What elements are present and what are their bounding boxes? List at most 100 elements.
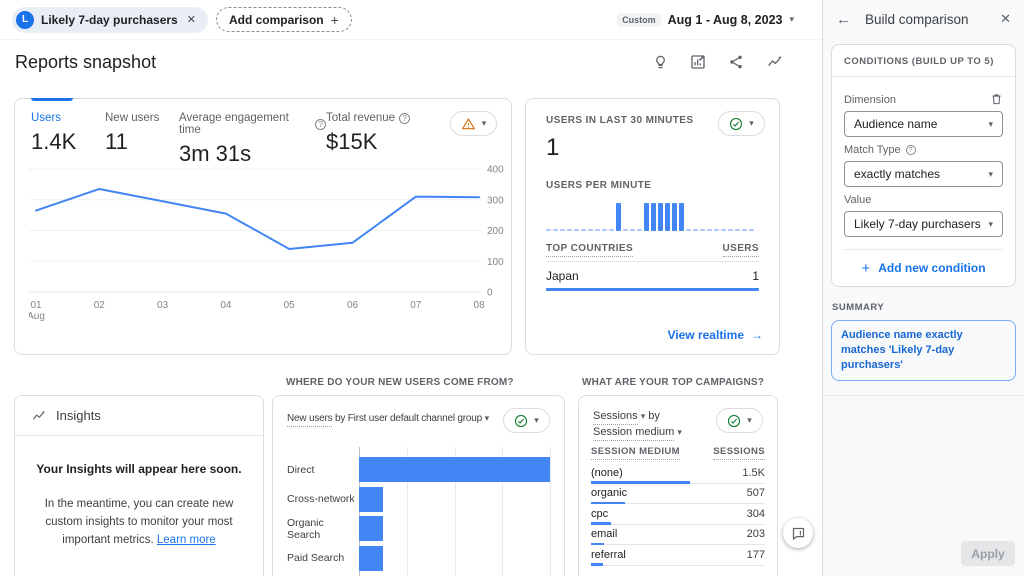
insights-headline: Your Insights will appear here soon. [29,462,249,476]
value-select[interactable]: Likely 7-day purchasers ▾ [844,211,1003,237]
insights-sparkline-icon[interactable] [766,54,784,70]
channel-label: Cross-network [287,493,359,505]
svg-text:06: 06 [347,300,359,311]
campaign-bar [591,563,603,566]
minute-zero-dash [735,229,740,231]
svg-text:100: 100 [487,257,504,268]
minute-zero-dash [609,229,614,231]
share-icon[interactable] [728,54,744,70]
close-icon[interactable]: ✕ [1000,11,1011,27]
view-realtime-link[interactable]: View realtime → [668,328,764,342]
data-quality-ok-button[interactable]: ▾ [503,408,550,433]
feedback-button[interactable] [783,518,813,548]
conditions-header: CONDITIONS (BUILD UP TO 5) [832,45,1015,77]
minute-bar [679,203,684,231]
data-quality-warning-button[interactable]: ▾ [450,111,497,136]
country-users: 1 [752,269,759,283]
minute-zero-dash [553,229,558,231]
help-icon[interactable]: ? [906,145,916,155]
campaign-sessions: 177 [747,549,765,561]
trash-icon[interactable] [990,92,1003,106]
channel-row: Paid Search [287,544,550,574]
minute-zero-dash [749,229,754,231]
metric-tab-total-revenue[interactable]: Total revenue? $15K [326,112,410,167]
campaign-medium: referral [591,549,626,561]
add-comparison-label: Add comparison [229,13,324,27]
channel-track [359,516,550,541]
minute-zero-dash [693,229,698,231]
insights-card: Insights Your Insights will appear here … [14,395,264,576]
svg-text:03: 03 [157,300,169,311]
metric-tab-avg-engagement[interactable]: Average engagement time? 3m 31s [179,112,326,167]
campaign-medium: organic [591,487,627,499]
dimension-select[interactable]: Audience name ▾ [844,111,1003,137]
report-toolbar [653,53,784,73]
sessions-column: SESSIONS [713,446,765,460]
campaigns-card-header[interactable]: Sessions ▾ by Session medium ▾ [593,408,682,440]
active-metric-indicator [31,98,73,101]
add-new-condition-button[interactable]: + Add new condition [844,249,1003,286]
metric-tab-users[interactable]: Users 1.4K [31,112,105,167]
comparison-chip-group: L Likely 7-day purchasers ✕ Add comparis… [12,7,352,33]
country-bar [546,288,759,291]
insights-bulb-icon[interactable] [653,53,668,71]
customize-report-icon[interactable] [690,54,706,70]
arrow-right-icon: → [751,328,763,342]
date-range-text: Aug 1 - Aug 8, 2023 [668,13,783,27]
svg-text:Aug: Aug [29,311,45,322]
svg-text:02: 02 [94,300,106,311]
help-icon[interactable]: ? [399,113,410,124]
campaign-medium: email [591,528,617,540]
metric-tab-new-users[interactable]: New users 11 [105,112,179,167]
metric-picker[interactable]: New users [287,413,332,427]
learn-more-link[interactable]: Learn more [157,534,216,546]
data-quality-ok-button[interactable]: ▾ [718,111,765,136]
minute-zero-dash [588,229,593,231]
back-arrow-icon[interactable]: ← [836,11,851,28]
chevron-down-icon: ▾ [988,170,993,179]
value-label: Value [844,194,1003,206]
campaign-row: cpc304 [591,504,765,525]
minute-zero-dash [714,229,719,231]
apply-button[interactable]: Apply [961,541,1015,566]
campaign-row: organic507 [591,484,765,505]
channel-track [359,487,550,512]
add-comparison-button[interactable]: Add comparison + [216,7,352,32]
svg-text:08: 08 [474,300,486,311]
channel-bar-chart: DirectCross-networkOrganic SearchPaid Se… [287,447,550,576]
chip-close-icon[interactable]: ✕ [185,13,198,26]
minute-zero-dash [707,229,712,231]
dimension-picker[interactable]: Session medium [593,426,674,441]
date-range-picker[interactable]: Custom Aug 1 - Aug 8, 2023 ▾ [617,13,794,27]
svg-text:400: 400 [487,165,504,176]
panel-title: Build comparison [865,12,986,27]
channel-label: Direct [287,464,359,476]
channels-card-header[interactable]: New users by First user default channel … [287,408,489,424]
chevron-down-icon: ▾ [789,15,794,24]
match-type-label: Match Type [844,144,901,156]
minute-bar [658,203,663,231]
summary-chip[interactable]: Audience name exactly matches 'Likely 7-… [831,320,1016,381]
metric-label: New users [105,112,179,124]
campaign-medium: (none) [591,467,623,479]
comparison-chip[interactable]: L Likely 7-day purchasers ✕ [12,7,208,33]
svg-text:300: 300 [487,195,504,206]
svg-text:0: 0 [487,288,493,299]
metric-picker[interactable]: Sessions [593,410,638,425]
campaign-rows: (none)1.5Korganic507cpc304email203referr… [591,463,765,566]
campaigns-table: SESSION MEDIUM SESSIONS (none)1.5Korgani… [591,446,765,566]
metric-value: $15K [326,129,410,155]
metric-label: Total revenue [326,112,395,124]
divider [823,395,1024,396]
realtime-card: ▾ USERS IN LAST 30 MINUTES 1 USERS PER M… [525,98,780,355]
plus-icon: + [331,12,339,28]
check-circle-icon [514,414,528,428]
channel-row: Cross-network [287,485,550,515]
metric-tabs: Users 1.4K New users 11 Average engageme… [15,99,511,167]
match-type-select[interactable]: exactly matches ▾ [844,161,1003,187]
help-icon[interactable]: ? [315,119,326,130]
data-quality-ok-button[interactable]: ▾ [716,408,763,433]
realtime-users-value: 1 [546,134,759,162]
country-row: Japan 1 [546,262,759,288]
minute-zero-dash [728,229,733,231]
